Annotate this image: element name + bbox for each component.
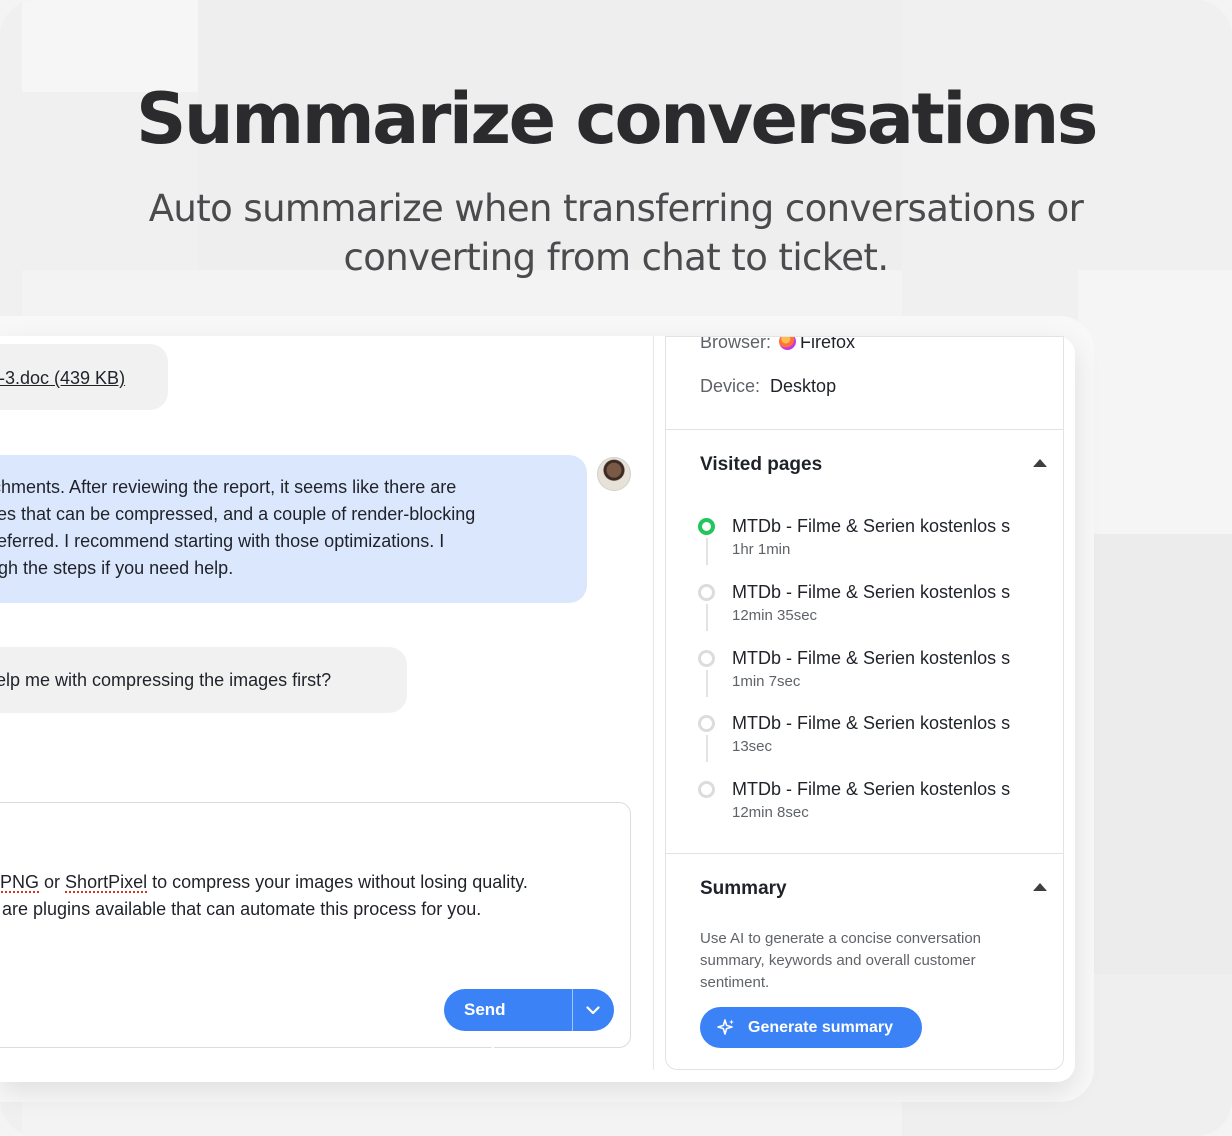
attachment-link[interactable]: c-3.doc (439 KB) xyxy=(0,368,125,388)
generate-summary-button[interactable]: Generate summary xyxy=(700,1007,922,1048)
browser-value: Firefox xyxy=(800,336,856,352)
customer-message: help me with compressing the images firs… xyxy=(0,647,407,713)
message-line: hrough the steps if you need help. xyxy=(0,558,234,578)
status-dot-icon xyxy=(698,781,715,798)
visited-page-duration: 13sec xyxy=(732,738,773,755)
hero-subtitle-line: Auto summarize when transferring convers… xyxy=(148,187,1084,230)
timeline-connector xyxy=(706,670,708,697)
visited-page-title: MTDb - Filme & Serien kostenlos s xyxy=(732,713,1011,733)
generate-summary-label: Generate summary xyxy=(748,1018,893,1036)
chevron-down-icon xyxy=(586,1005,600,1014)
agent-message: attachments. After reviewing the report,… xyxy=(0,455,587,603)
composer-line: nyPNG or ShortPixel to compress your ima… xyxy=(0,869,621,896)
visited-page-duration: 12min 8sec xyxy=(732,804,809,821)
status-dot-icon xyxy=(698,518,715,535)
timeline-connector xyxy=(706,604,708,631)
hero-subtitle: Auto summarize when transferring convers… xyxy=(140,184,1092,282)
timeline-connector xyxy=(706,735,708,762)
visited-pages-title: Visited pages xyxy=(700,454,823,475)
reply-composer[interactable]: nyPNG or ShortPixel to compress your ima… xyxy=(0,802,631,1061)
details-sidebar: Browser: Firefox Device: Desktop Visited … xyxy=(665,336,1064,1070)
agent-avatar xyxy=(597,457,631,491)
attachment-message: c-3.doc (439 KB) xyxy=(0,344,168,410)
composer-text[interactable]: nyPNG or ShortPixel to compress your ima… xyxy=(0,869,621,923)
message-text: help me with compressing the images firs… xyxy=(0,670,332,690)
status-dot-icon xyxy=(698,715,715,732)
composer-fragment: to compress your images without losing q… xyxy=(147,872,528,892)
message-line: be deferred. I recommend starting with t… xyxy=(0,531,445,551)
hero-title: Summarize conversations xyxy=(136,78,1098,160)
message-line: mages that can be compressed, and a coup… xyxy=(0,504,476,524)
composer-line: re are plugins available that can automa… xyxy=(0,899,482,919)
misspelled-word: nyPNG xyxy=(0,872,40,892)
firefox-icon xyxy=(779,337,797,350)
device-row: Device: Desktop xyxy=(700,376,836,397)
hero-subtitle-line: converting from chat to ticket. xyxy=(343,236,890,279)
message-line: attachments. After reviewing the report,… xyxy=(0,477,457,497)
collapse-toggle-icon[interactable] xyxy=(1033,459,1047,467)
visited-page-title: MTDb - Filme & Serien kostenlos s xyxy=(732,582,1011,602)
device-key: Device: xyxy=(700,376,761,396)
summary-description: Use AI to generate a concise conversatio… xyxy=(700,930,982,991)
collapse-toggle-icon[interactable] xyxy=(1033,883,1047,891)
send-options-button[interactable] xyxy=(573,989,614,1031)
send-reply-button[interactable]: Send reply xyxy=(444,989,573,1061)
chat-pane: c-3.doc (439 KB) attachments. After revi… xyxy=(0,336,654,1070)
browser-row: Browser: Firefox xyxy=(700,336,856,353)
background-tile xyxy=(1078,270,1232,534)
visited-page-title: MTDb - Filme & Serien kostenlos s xyxy=(732,516,1011,536)
visited-page-duration: 1hr 1min xyxy=(732,541,791,558)
summary-title: Summary xyxy=(700,878,787,899)
divider xyxy=(666,429,1063,430)
composer-fragment: or xyxy=(39,872,66,892)
timeline-connector xyxy=(706,538,708,565)
visited-page-duration: 12min 35sec xyxy=(732,607,818,624)
status-dot-icon xyxy=(698,650,715,667)
visited-page-duration: 1min 7sec xyxy=(732,673,801,690)
misspelled-word: ShortPixel xyxy=(65,872,148,892)
browser-key: Browser: xyxy=(700,336,772,352)
send-button-group: Send reply xyxy=(444,989,614,1061)
sparkle-icon xyxy=(717,1018,734,1035)
visited-page-title: MTDb - Filme & Serien kostenlos s xyxy=(732,779,1011,799)
device-value: Desktop xyxy=(770,376,837,396)
status-dot-icon xyxy=(698,584,715,601)
divider xyxy=(666,853,1063,854)
visited-page-title: MTDb - Filme & Serien kostenlos s xyxy=(732,648,1011,668)
